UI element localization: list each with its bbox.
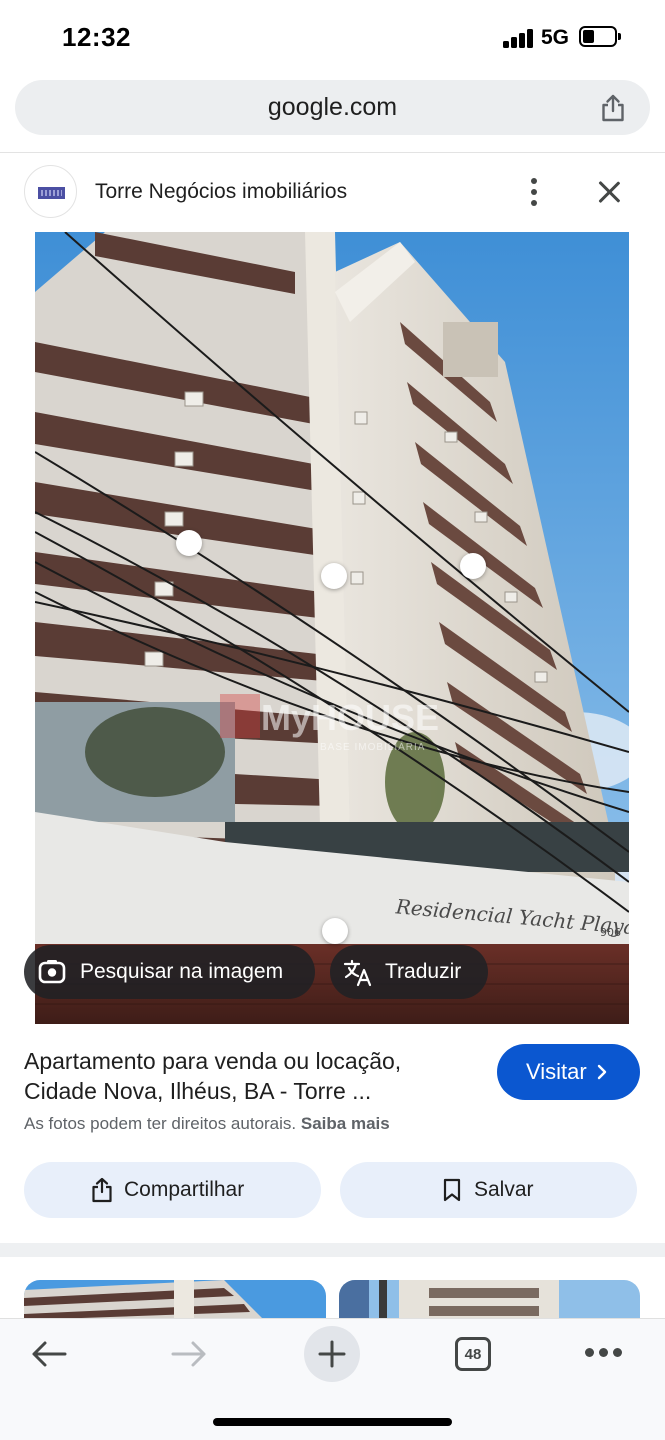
visual-match-dot[interactable]: [176, 530, 202, 556]
visit-label: Visitar: [526, 1059, 587, 1084]
share-icon[interactable]: [598, 93, 628, 123]
visit-button[interactable]: Visitar: [497, 1044, 640, 1100]
bookmark-icon: [443, 1178, 461, 1202]
lens-camera-icon: [38, 960, 66, 984]
visual-match-dot[interactable]: [322, 918, 348, 944]
plus-icon: [318, 1340, 346, 1368]
source-header: Torre Negócios imobiliários: [0, 160, 665, 224]
more-horizontal-icon[interactable]: [585, 1348, 623, 1358]
facade-number: 906: [600, 926, 621, 939]
search-image-label: Pesquisar na imagem: [80, 960, 284, 983]
close-icon[interactable]: [594, 177, 624, 207]
visual-match-dot[interactable]: [460, 553, 486, 579]
related-image-thumbnail[interactable]: [24, 1280, 326, 1320]
save-button[interactable]: Salvar: [340, 1162, 637, 1218]
watermark-sub: BASE IMOBILIÁRIA: [320, 740, 425, 753]
section-divider: [0, 1243, 665, 1257]
network-type: 5G: [541, 26, 570, 49]
visual-match-dot[interactable]: [321, 563, 347, 589]
url-text[interactable]: google.com: [15, 93, 650, 122]
translate-label: Traduzir: [385, 960, 462, 983]
translate-button[interactable]: Traduzir: [330, 945, 488, 999]
status-time: 12:32: [62, 22, 131, 52]
more-options-icon[interactable]: [521, 178, 547, 206]
share-label: Compartilhar: [124, 1178, 245, 1201]
signal-icon: [503, 28, 535, 48]
related-image-thumbnail[interactable]: [339, 1280, 640, 1320]
source-title[interactable]: Torre Negócios imobiliários: [95, 180, 347, 204]
share-icon: [92, 1177, 112, 1203]
result-title-line2: Cidade Nova, Ilhéus, BA - Torre ...: [24, 1078, 372, 1104]
building-photo: Residencial Yacht Playa 906 MyHOUSE BASE…: [35, 232, 629, 1024]
address-bar[interactable]: google.com: [15, 80, 650, 135]
copyright-text: As fotos podem ter direitos autorais.: [24, 1114, 297, 1133]
copyright-notice: As fotos podem ter direitos autorais. Sa…: [24, 1114, 390, 1134]
watermark-brand: MyHOUSE: [261, 697, 439, 738]
tab-count: 48: [464, 1346, 482, 1363]
home-indicator: [213, 1418, 452, 1426]
result-title-line1: Apartamento para venda ou locação,: [24, 1048, 402, 1074]
status-bar: 12:32 5G: [0, 0, 665, 72]
result-title[interactable]: Apartamento para venda ou locação, Cidad…: [24, 1046, 474, 1106]
search-image-button[interactable]: Pesquisar na imagem: [24, 945, 315, 999]
battery-icon: [579, 26, 621, 47]
result-image[interactable]: Residencial Yacht Playa 906 MyHOUSE BASE…: [35, 232, 629, 1024]
forward-arrow-icon[interactable]: [170, 1339, 208, 1369]
new-tab-button[interactable]: [304, 1326, 360, 1382]
share-button[interactable]: Compartilhar: [24, 1162, 321, 1218]
source-logo[interactable]: [24, 165, 77, 218]
chevron-right-icon: [597, 1064, 607, 1080]
save-label: Salvar: [474, 1178, 534, 1201]
tab-switcher-button[interactable]: 48: [455, 1337, 491, 1371]
learn-more-link[interactable]: Saiba mais: [301, 1114, 390, 1133]
back-arrow-icon[interactable]: [30, 1339, 68, 1369]
divider: [0, 152, 665, 153]
translate-icon: [343, 959, 372, 987]
